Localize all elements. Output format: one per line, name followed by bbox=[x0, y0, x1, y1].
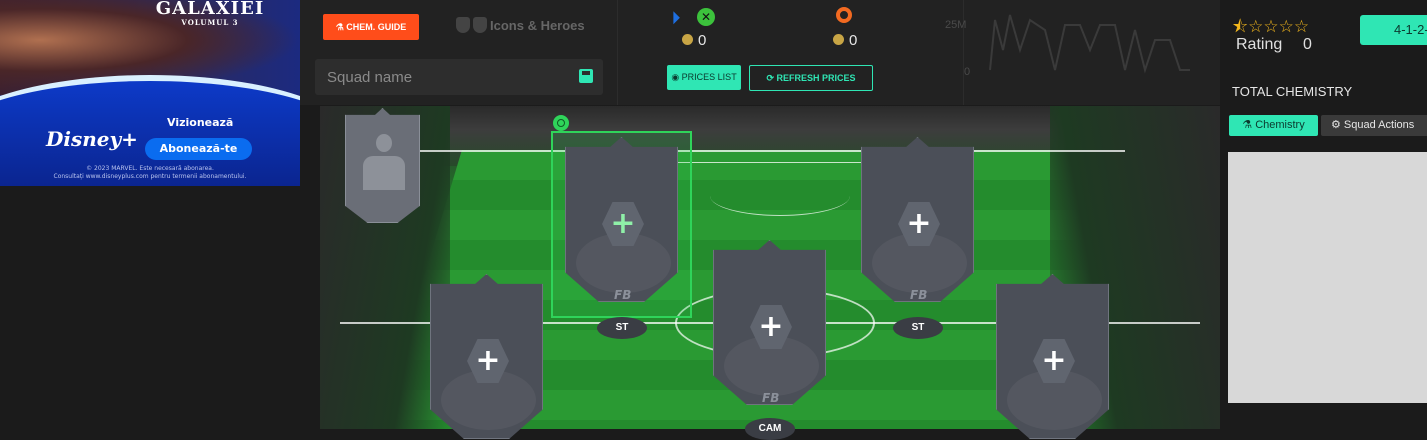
flask-icon: ⚗ bbox=[1242, 119, 1256, 131]
tab-chemistry[interactable]: ⚗ Chemistry bbox=[1229, 115, 1318, 136]
add-player-icon[interactable]: + bbox=[758, 311, 784, 343]
toolbar-divider bbox=[963, 0, 964, 105]
console-price: 0 bbox=[682, 32, 706, 49]
price-chart-max-label: 25M bbox=[945, 19, 967, 31]
tab-squad-actions[interactable]: ⚙ Squad Actions bbox=[1321, 115, 1427, 136]
squad-name-input[interactable] bbox=[327, 65, 567, 89]
refresh-icon: ⟳ bbox=[766, 73, 777, 83]
ad-subscribe-button[interactable]: Abonează-te bbox=[145, 138, 252, 160]
rating-value: 0 bbox=[1303, 36, 1312, 53]
icons-heroes-link[interactable]: Icons & Heroes bbox=[456, 17, 585, 33]
hero-badge-icon bbox=[473, 17, 487, 33]
xbox-icon: ✕ bbox=[697, 8, 715, 26]
penalty-arc bbox=[710, 176, 850, 216]
price-chart-min-label: 0 bbox=[964, 66, 971, 78]
card-watermark: FB bbox=[910, 288, 928, 302]
disney-plus-logo: Disney+ bbox=[46, 127, 138, 151]
add-player-icon[interactable]: + bbox=[610, 208, 636, 240]
save-icon[interactable] bbox=[579, 69, 593, 83]
empty-star-icon: ☆ bbox=[1293, 17, 1310, 37]
toolbar-divider bbox=[617, 0, 618, 105]
coin-icon bbox=[833, 34, 844, 45]
playstation-icon: ⏵ bbox=[672, 8, 681, 27]
origin-icon bbox=[836, 7, 852, 23]
add-player-icon[interactable]: + bbox=[1041, 345, 1067, 377]
add-player-icon[interactable]: + bbox=[475, 345, 501, 377]
position-label: ST bbox=[597, 317, 647, 339]
disney-plus-ad[interactable]: GALAXIEI VOLUMUL 3 Disney+ Vizionează Ab… bbox=[0, 0, 300, 186]
card-watermark: FB bbox=[762, 391, 780, 405]
empty-star-icon: ☆ bbox=[1263, 17, 1279, 37]
empty-star-icon: ☆ bbox=[1278, 17, 1294, 37]
flask-icon: ⚗ bbox=[335, 22, 347, 32]
add-player-icon[interactable]: + bbox=[906, 208, 932, 240]
player-slot-st-right[interactable]: + FB bbox=[861, 137, 974, 302]
squad-name-field[interactable] bbox=[315, 59, 603, 95]
target-icon bbox=[553, 115, 569, 131]
goal-line bbox=[415, 150, 1125, 152]
manager-slot[interactable] bbox=[345, 108, 420, 223]
position-label: CAM bbox=[745, 418, 795, 440]
refresh-prices-button[interactable]: ⟳ REFRESH PRICES bbox=[749, 65, 873, 91]
coin-icon bbox=[682, 34, 693, 45]
player-slot-right-mid[interactable]: + bbox=[996, 274, 1109, 439]
total-chemistry-label: TOTAL CHEMISTRY bbox=[1232, 84, 1353, 99]
half-star-icon: ⯪ bbox=[1232, 17, 1249, 37]
ad-watch-label: Vizionează bbox=[167, 116, 234, 129]
card-watermark: FB bbox=[614, 288, 632, 302]
pc-price: 0 bbox=[833, 32, 857, 49]
chemistry-panel bbox=[1228, 152, 1427, 403]
chem-guide-button[interactable]: ⚗ CHEM. GUIDE bbox=[323, 14, 419, 40]
player-slot-st-left[interactable]: + FB bbox=[565, 137, 678, 302]
ad-legal-text: © 2023 MARVEL. Este necesară abonarea. C… bbox=[53, 165, 247, 180]
gear-icon: ⚙ bbox=[1331, 119, 1344, 131]
price-history-sparkline bbox=[989, 14, 1190, 74]
rating-label: Rating bbox=[1236, 36, 1283, 53]
player-slot-cam[interactable]: + FB bbox=[713, 240, 826, 405]
eye-icon: ◉ bbox=[671, 72, 682, 82]
manager-icon bbox=[363, 134, 405, 192]
prices-list-button[interactable]: ◉ PRICES LIST bbox=[667, 65, 741, 90]
empty-star-icon: ☆ bbox=[1248, 17, 1264, 37]
ad-poster-title: GALAXIEI VOLUMUL 3 bbox=[155, 0, 265, 27]
formation-select[interactable]: 4-1-2-1-2 bbox=[1360, 15, 1427, 45]
player-slot-left-mid[interactable]: + bbox=[430, 274, 543, 439]
position-label: ST bbox=[893, 317, 943, 339]
icon-badge-icon bbox=[456, 17, 470, 33]
